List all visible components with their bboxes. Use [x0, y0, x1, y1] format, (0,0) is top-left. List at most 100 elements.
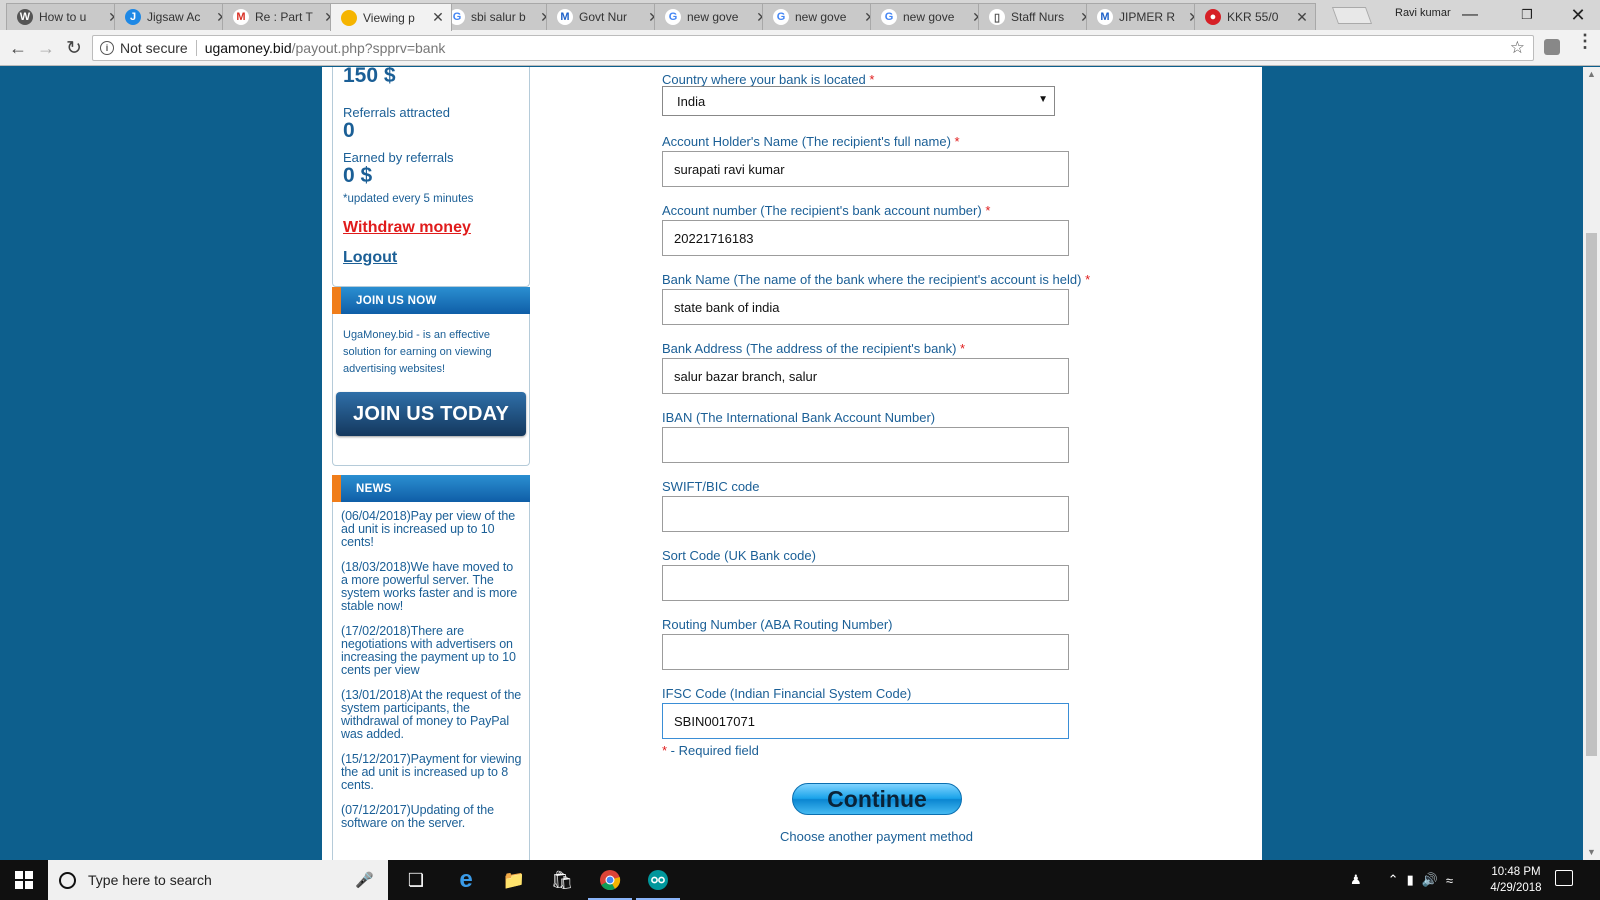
- country-value: India: [677, 93, 706, 109]
- search-placeholder: Type here to search: [88, 872, 212, 888]
- taskbar-search[interactable]: Type here to search 🎤: [48, 860, 388, 900]
- dropdown-arrow-icon: ▼: [1038, 94, 1048, 105]
- document-icon: ▯: [989, 9, 1005, 25]
- forward-icon[interactable]: →: [34, 36, 58, 60]
- news-item: (18/03/2018)We have moved to a more powe…: [341, 560, 518, 613]
- cricket-icon: ●: [1205, 9, 1221, 25]
- file-explorer-icon[interactable]: 📁: [490, 860, 538, 900]
- join-us-today-button[interactable]: JOIN US TODAY: [336, 392, 526, 436]
- tab-close-icon[interactable]: ✕: [431, 9, 445, 26]
- microphone-icon[interactable]: 🎤: [355, 871, 374, 889]
- join-box: UgaMoney.bid - is an effective solution …: [332, 314, 530, 466]
- earned-label: Earned by referrals: [343, 150, 454, 165]
- browser-tab[interactable]: Gsbi salur b✕: [438, 3, 560, 30]
- account-number-input[interactable]: [662, 220, 1069, 256]
- sort-code-input[interactable]: [662, 565, 1069, 601]
- tab-label: new gove: [903, 10, 955, 24]
- arduino-icon[interactable]: [634, 860, 682, 900]
- routing-number-input[interactable]: [662, 634, 1069, 670]
- restore-icon[interactable]: ❐: [1505, 4, 1549, 26]
- news-item: (15/12/2017)Payment for viewing the ad u…: [341, 752, 522, 792]
- news-item: (06/04/2018)Pay per view of the ad unit …: [341, 509, 516, 549]
- continue-button[interactable]: Continue: [792, 783, 962, 815]
- page-scrollbar[interactable]: ▲ ▼: [1583, 67, 1600, 860]
- ifsc-input[interactable]: [662, 703, 1069, 739]
- windows-icon: [15, 871, 33, 889]
- join-header: JOIN US NOW: [332, 287, 530, 314]
- scroll-thumb[interactable]: [1586, 233, 1597, 756]
- clock[interactable]: 10:48 PM 4/29/2018: [1480, 864, 1552, 896]
- volume-icon[interactable]: 🔊: [1422, 872, 1438, 888]
- browser-tab[interactable]: Gnew gove✕: [762, 3, 884, 30]
- bookmark-star-icon[interactable]: ☆: [1510, 38, 1525, 58]
- task-view-icon[interactable]: ❏: [392, 860, 440, 900]
- account-holder-input[interactable]: [662, 151, 1069, 187]
- news-item: (17/02/2018)There are negotiations with …: [341, 624, 516, 677]
- required-field-note: * - Required field: [662, 743, 759, 758]
- wordpress-icon: W: [17, 9, 33, 25]
- browser-tab[interactable]: Gnew gove✕: [870, 3, 992, 30]
- browser-tab[interactable]: MRe : Part T✕: [222, 3, 344, 30]
- browser-tab[interactable]: ▯Staff Nurs✕: [978, 3, 1100, 30]
- referrals-label: Referrals attracted: [343, 105, 450, 120]
- tab-label: JIPMER R: [1119, 10, 1176, 24]
- choose-another-method-link[interactable]: Choose another payment method: [780, 829, 973, 844]
- tab-label: Re : Part T: [255, 10, 313, 24]
- notification-icon[interactable]: [1555, 870, 1573, 886]
- news-item: (07/12/2017)Updating of the software on …: [341, 803, 494, 830]
- google-icon: G: [665, 9, 681, 25]
- edge-icon[interactable]: e: [442, 860, 490, 900]
- minimize-icon[interactable]: —: [1448, 4, 1492, 26]
- new-tab-button[interactable]: [1331, 7, 1373, 24]
- iban-input[interactable]: [662, 427, 1069, 463]
- profile-name[interactable]: Ravi kumar: [1395, 7, 1451, 19]
- chrome-icon[interactable]: [586, 860, 634, 900]
- info-icon[interactable]: i: [100, 41, 114, 55]
- taskbar: Type here to search 🎤 ❏ e 📁 🛍 ♟ ⌃ ▮ 🔊 ≈ …: [0, 860, 1600, 900]
- bank-name-input[interactable]: [662, 289, 1069, 325]
- people-icon[interactable]: ♟: [1350, 872, 1362, 888]
- swift-input[interactable]: [662, 496, 1069, 532]
- gmail-icon: M: [233, 9, 249, 25]
- tab-close-icon[interactable]: ✕: [1295, 9, 1309, 26]
- country-label: Country where your bank is located *: [662, 72, 875, 87]
- back-icon[interactable]: ←: [6, 36, 30, 60]
- store-icon[interactable]: 🛍: [538, 860, 586, 900]
- bank-address-input[interactable]: [662, 358, 1069, 394]
- content-panel: 150 $ Referrals attracted 0 Earned by re…: [322, 67, 1262, 860]
- tab-label: KKR 55/0: [1227, 10, 1279, 24]
- page-viewport: 150 $ Referrals attracted 0 Earned by re…: [0, 67, 1583, 860]
- browser-tab[interactable]: Viewing p ✕: [330, 3, 452, 31]
- withdraw-money-link[interactable]: Withdraw money: [343, 219, 519, 237]
- earned-value: 0 $: [343, 164, 373, 187]
- wifi-icon[interactable]: ≈: [1446, 873, 1453, 888]
- balance-value: 150 $: [343, 67, 396, 87]
- tab-label: Staff Nurs: [1011, 10, 1065, 24]
- google-icon: G: [773, 9, 789, 25]
- start-button[interactable]: [0, 860, 48, 900]
- browser-tab[interactable]: WHow to u✕: [6, 3, 128, 30]
- browser-tab[interactable]: MGovt Nur✕: [546, 3, 668, 30]
- scroll-down-icon[interactable]: ▼: [1587, 847, 1596, 857]
- menu-icon[interactable]: ⋮: [1576, 32, 1594, 50]
- browser-tab[interactable]: JJigsaw Ac✕: [114, 3, 236, 30]
- account-holder-label: Account Holder's Name (The recipient's f…: [662, 134, 960, 149]
- address-bar[interactable]: i Not secure ugamoney.bid/payout.php?spp…: [92, 35, 1534, 61]
- scroll-up-icon[interactable]: ▲: [1587, 69, 1596, 79]
- browser-tab[interactable]: ● KKR 55/0 ✕: [1194, 3, 1316, 30]
- extension-icon[interactable]: [1544, 39, 1560, 55]
- browser-tab[interactable]: MJIPMER R✕: [1086, 3, 1208, 30]
- tray-chevron-icon[interactable]: ⌃: [1388, 872, 1399, 888]
- logout-link[interactable]: Logout: [343, 249, 519, 267]
- battery-icon[interactable]: ▮: [1407, 872, 1414, 888]
- country-select[interactable]: India ▼: [662, 86, 1055, 116]
- tab-label: sbi salur b: [471, 10, 526, 24]
- news-list: (06/04/2018)Pay per view of the ad unit …: [332, 502, 530, 860]
- browser-tab[interactable]: Gnew gove✕: [654, 3, 776, 30]
- referrals-value: 0: [343, 119, 355, 142]
- coin-icon: [341, 9, 357, 26]
- msn-icon: M: [557, 9, 573, 25]
- reload-icon[interactable]: ↻: [62, 36, 86, 60]
- close-window-icon[interactable]: ✕: [1556, 4, 1600, 26]
- tab-label: Jigsaw Ac: [147, 10, 201, 24]
